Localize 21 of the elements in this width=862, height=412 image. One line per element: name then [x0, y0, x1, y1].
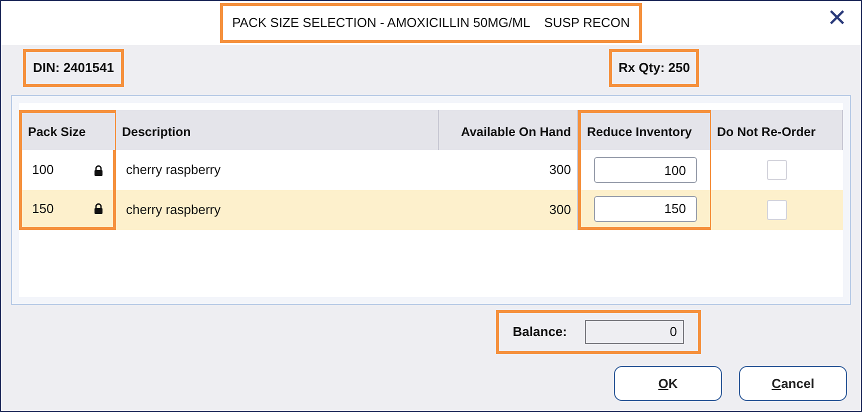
cancel-button[interactable]: Cancel	[739, 366, 847, 401]
lock-icon	[94, 164, 103, 176]
quantity-field[interactable]: 100	[594, 157, 697, 183]
ok-button[interactable]: OK	[614, 366, 722, 401]
quantity-field[interactable]: 150	[594, 196, 697, 222]
table-cell-text: cherry raspberry	[126, 201, 221, 220]
table-cell-text: 300	[549, 201, 571, 220]
table-cell-text: 100	[32, 161, 54, 180]
table-row[interactable]: 150 cherry raspberry 300 150	[19, 190, 843, 230]
balance-label: Balance:	[512, 323, 567, 342]
balance-field: 0	[585, 320, 684, 344]
rx-qty-label: Rx Qty: 250	[609, 49, 699, 87]
checkbox[interactable]	[767, 200, 787, 220]
table-cell-text: 150	[32, 200, 54, 218]
window-title: PACK SIZE SELECTION - AMOXICILLIN 50MG/ML SUSP RECON	[220, 3, 642, 43]
table-cell-text: 300	[549, 161, 571, 180]
close-button[interactable]: ✕	[827, 7, 847, 31]
checkbox[interactable]	[767, 160, 787, 180]
lock-icon	[94, 203, 103, 214]
din-label: DIN: 2401541	[23, 49, 124, 87]
table-cell-text: cherry raspberry	[126, 161, 221, 180]
